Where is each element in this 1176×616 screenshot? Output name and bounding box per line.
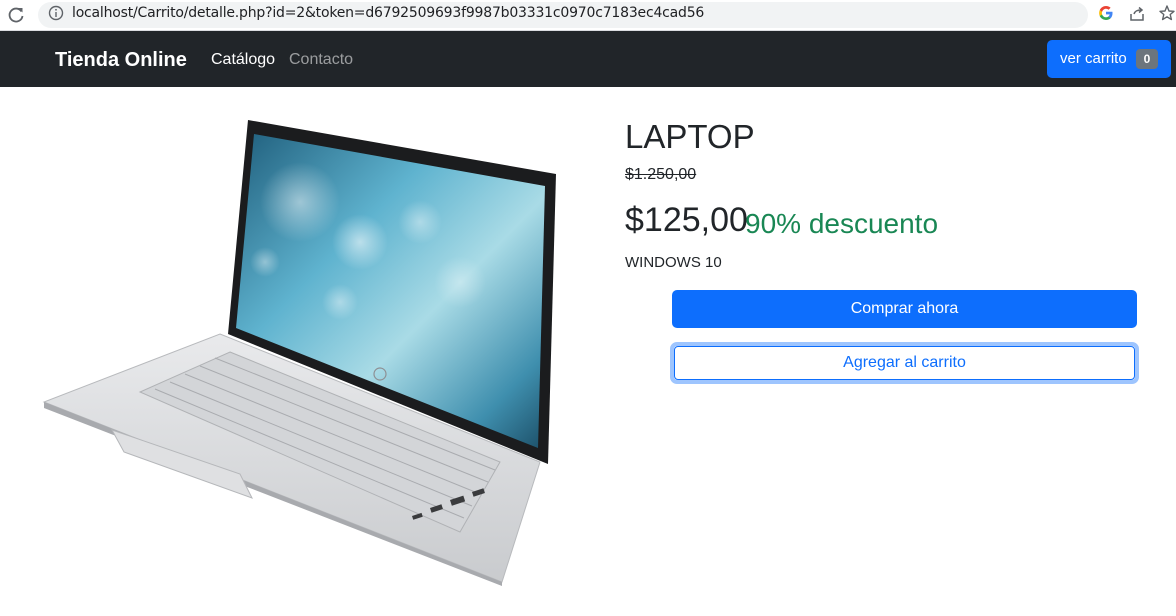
product-image [42, 120, 556, 586]
product-description: WINDOWS 10 [625, 254, 722, 271]
browser-address-bar: localhost/Carrito/detalle.php?id=2&token… [0, 0, 1176, 31]
nav-link-contacto[interactable]: Contacto [289, 51, 353, 69]
reload-icon[interactable] [6, 5, 26, 25]
add-to-cart-label: Agregar al carrito [674, 346, 1135, 380]
product-title: LAPTOP [625, 118, 755, 155]
discount-label: 90% descuento [745, 208, 939, 239]
google-icon[interactable] [1098, 5, 1114, 21]
nav-link-catalogo[interactable]: Catálogo [211, 51, 275, 69]
url-text[interactable]: localhost/Carrito/detalle.php?id=2&token… [72, 5, 704, 21]
original-price: $1.250,00 [625, 166, 697, 183]
top-navbar: Tienda Online Catálogo Contacto ver carr… [0, 31, 1176, 87]
view-cart-label: ver carrito [1060, 50, 1127, 67]
brand-link[interactable]: Tienda Online [55, 49, 187, 72]
buy-now-button[interactable]: Comprar ahora [672, 290, 1137, 328]
view-cart-button[interactable]: ver carrito 0 [1047, 40, 1171, 78]
sale-price: $125,00 [625, 201, 748, 239]
bookmark-star-icon[interactable] [1158, 4, 1176, 22]
share-icon[interactable] [1128, 5, 1146, 23]
cart-count-badge: 0 [1136, 49, 1158, 69]
add-to-cart-button[interactable]: Agregar al carrito [670, 342, 1139, 384]
site-info-icon[interactable] [48, 5, 64, 21]
